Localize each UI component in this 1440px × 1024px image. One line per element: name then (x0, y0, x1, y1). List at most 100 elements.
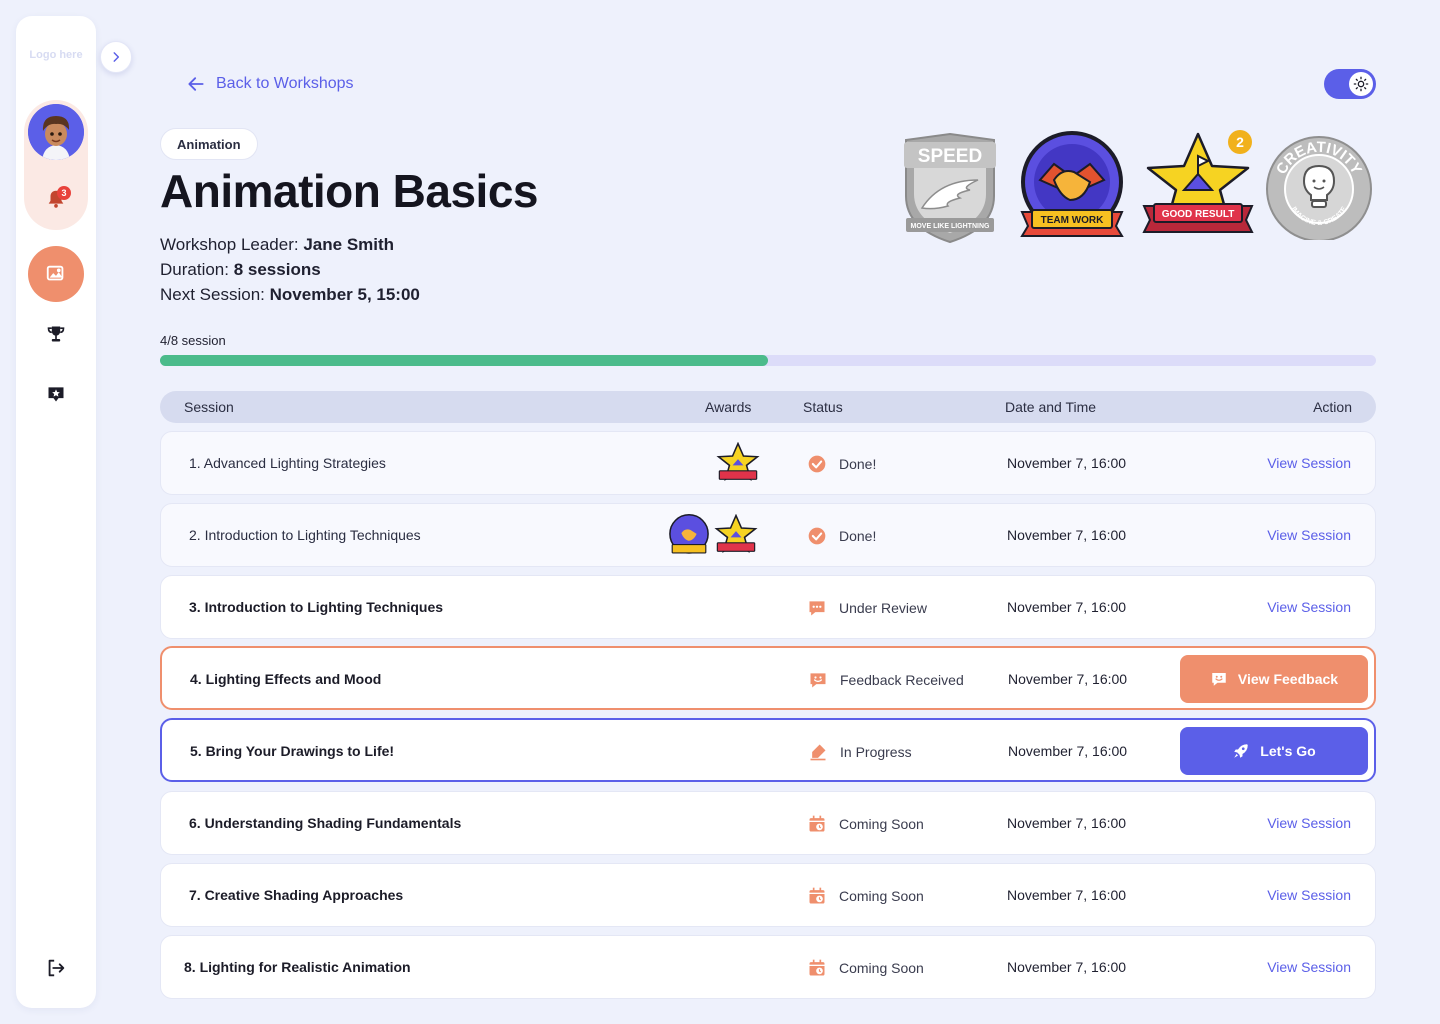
next-session-label: Next Session: (160, 285, 265, 304)
nav-badges[interactable] (44, 382, 68, 406)
logo: Logo here (29, 49, 83, 61)
session-status: Coming Soon (807, 810, 924, 838)
check-badge-icon (807, 526, 827, 546)
status-label: Coming Soon (839, 816, 924, 832)
smile-chat-icon (808, 670, 828, 690)
status-label: Done! (839, 528, 877, 544)
row-awards (668, 513, 758, 558)
status-label: Coming Soon (839, 960, 924, 976)
session-date: November 7, 16:00 (1007, 815, 1127, 831)
lets-go-label: Let's Go (1260, 743, 1316, 759)
chat-dots-icon (807, 598, 827, 618)
duration-label: Duration: (160, 260, 229, 279)
header-date: Date and Time (1005, 399, 1097, 415)
team-work-award-icon (669, 514, 709, 554)
rocket-icon (1234, 744, 1249, 758)
progress-fill (160, 355, 768, 366)
svg-text:SPEED: SPEED (918, 146, 982, 167)
session-date: November 7, 16:00 (1007, 959, 1127, 975)
table-row: 5. Bring Your Drawings to Life! In Progr… (160, 718, 1376, 782)
status-label: Done! (839, 456, 877, 472)
star-badge-icon (48, 387, 64, 402)
sidebar: Logo here 3 (16, 16, 96, 1008)
progress-bar (160, 355, 1376, 366)
session-status: In Progress (808, 738, 912, 766)
leader-value: Jane Smith (303, 235, 395, 254)
session-status: Under Review (807, 594, 927, 622)
view-feedback-label: View Feedback (1237, 671, 1339, 687)
progress-label: 4/8 session (160, 333, 226, 348)
lets-go-button[interactable]: Let's Go (1180, 727, 1368, 775)
logout-button[interactable] (44, 956, 68, 980)
speed-badge[interactable]: SPEED MOVE LIKE LIGHTNING (900, 130, 1000, 246)
status-label: Feedback Received (840, 672, 964, 688)
arrow-left-icon (188, 77, 204, 91)
session-title: 7. Creative Shading Approaches (189, 887, 404, 903)
calendar-clock-icon (807, 958, 827, 978)
session-date: November 7, 16:00 (1007, 887, 1127, 903)
session-date: November 7, 16:00 (1008, 743, 1128, 759)
header-awards: Awards (705, 399, 752, 415)
view-session-link[interactable]: View Session (1267, 887, 1351, 903)
page-title: Animation Basics (160, 165, 539, 217)
calendar-clock-icon (807, 886, 827, 906)
nav-trophy[interactable] (44, 322, 68, 346)
view-session-link[interactable]: View Session (1267, 815, 1351, 831)
chevron-right-icon (113, 52, 120, 62)
back-link-label: Back to Workshops (216, 75, 354, 92)
header-status: Status (803, 399, 843, 415)
session-title: 5. Bring Your Drawings to Life! (190, 743, 395, 759)
workshop-leader: Workshop Leader: Jane Smith (160, 235, 394, 255)
avatar[interactable] (28, 104, 84, 160)
gallery-icon (46, 265, 64, 281)
table-row: 2. Introduction to Lighting Techniques D… (160, 503, 1376, 567)
session-date: November 7, 16:00 (1007, 455, 1127, 471)
session-date: November 7, 16:00 (1008, 671, 1128, 687)
nav-gallery[interactable] (28, 246, 84, 302)
creativity-badge[interactable]: CREATIVITY IMAGINE & CREATE (1264, 130, 1374, 240)
sidebar-expand-button[interactable] (100, 41, 132, 73)
table-row: 1. Advanced Lighting Strategies Done! No… (160, 431, 1376, 495)
sun-icon (1349, 72, 1373, 96)
table-row: 6. Understanding Shading Fundamentals Co… (160, 791, 1376, 855)
back-to-workshops-link[interactable]: Back to Workshops (186, 72, 354, 96)
leader-label: Workshop Leader: (160, 235, 299, 254)
profile-pill: 3 (24, 100, 88, 230)
session-status: Coming Soon (807, 954, 924, 982)
view-feedback-button[interactable]: View Feedback (1180, 655, 1368, 703)
trophy-icon (47, 326, 65, 342)
session-title: 3. Introduction to Lighting Techniques (189, 599, 444, 615)
view-session-link[interactable]: View Session (1267, 527, 1351, 543)
session-date: November 7, 16:00 (1007, 599, 1127, 615)
notification-count-badge: 3 (57, 186, 71, 200)
svg-text:MOVE LIKE LIGHTNING: MOVE LIKE LIGHTNING (911, 223, 991, 230)
view-session-link[interactable]: View Session (1267, 959, 1351, 975)
session-title: 1. Advanced Lighting Strategies (189, 455, 386, 471)
calendar-clock-icon (807, 814, 827, 834)
header-session: Session (184, 399, 234, 415)
team-work-badge[interactable]: TEAM WORK (1018, 130, 1126, 240)
svg-text:TEAM WORK: TEAM WORK (1041, 215, 1105, 226)
table-header: Session Awards Status Date and Time Acti… (160, 391, 1376, 423)
good-result-award-icon (716, 441, 760, 482)
theme-toggle[interactable] (1324, 69, 1376, 99)
session-status: Feedback Received (808, 666, 964, 694)
next-session: Next Session: November 5, 15:00 (160, 285, 420, 305)
view-session-link[interactable]: View Session (1267, 455, 1351, 471)
status-label: Coming Soon (839, 888, 924, 904)
session-title: 6. Understanding Shading Fundamentals (189, 815, 462, 831)
status-label: In Progress (840, 744, 912, 760)
table-row: 3. Introduction to Lighting Techniques U… (160, 575, 1376, 639)
duration-value: 8 sessions (233, 260, 321, 279)
smile-chat-icon (1212, 673, 1226, 686)
good-result-count-badge: 2 (1228, 130, 1252, 154)
view-session-link[interactable]: View Session (1267, 599, 1351, 615)
logout-icon (48, 959, 65, 977)
session-title: 4. Lighting Effects and Mood (190, 671, 382, 687)
session-status: Done! (807, 450, 876, 478)
good-result-award-icon (714, 513, 758, 554)
session-status: Coming Soon (807, 882, 924, 910)
badges-row: SPEED MOVE LIKE LIGHTNING TEAM WORK GOOD… (898, 130, 1378, 250)
next-session-value: November 5, 15:00 (269, 285, 420, 304)
check-badge-icon (807, 454, 827, 474)
